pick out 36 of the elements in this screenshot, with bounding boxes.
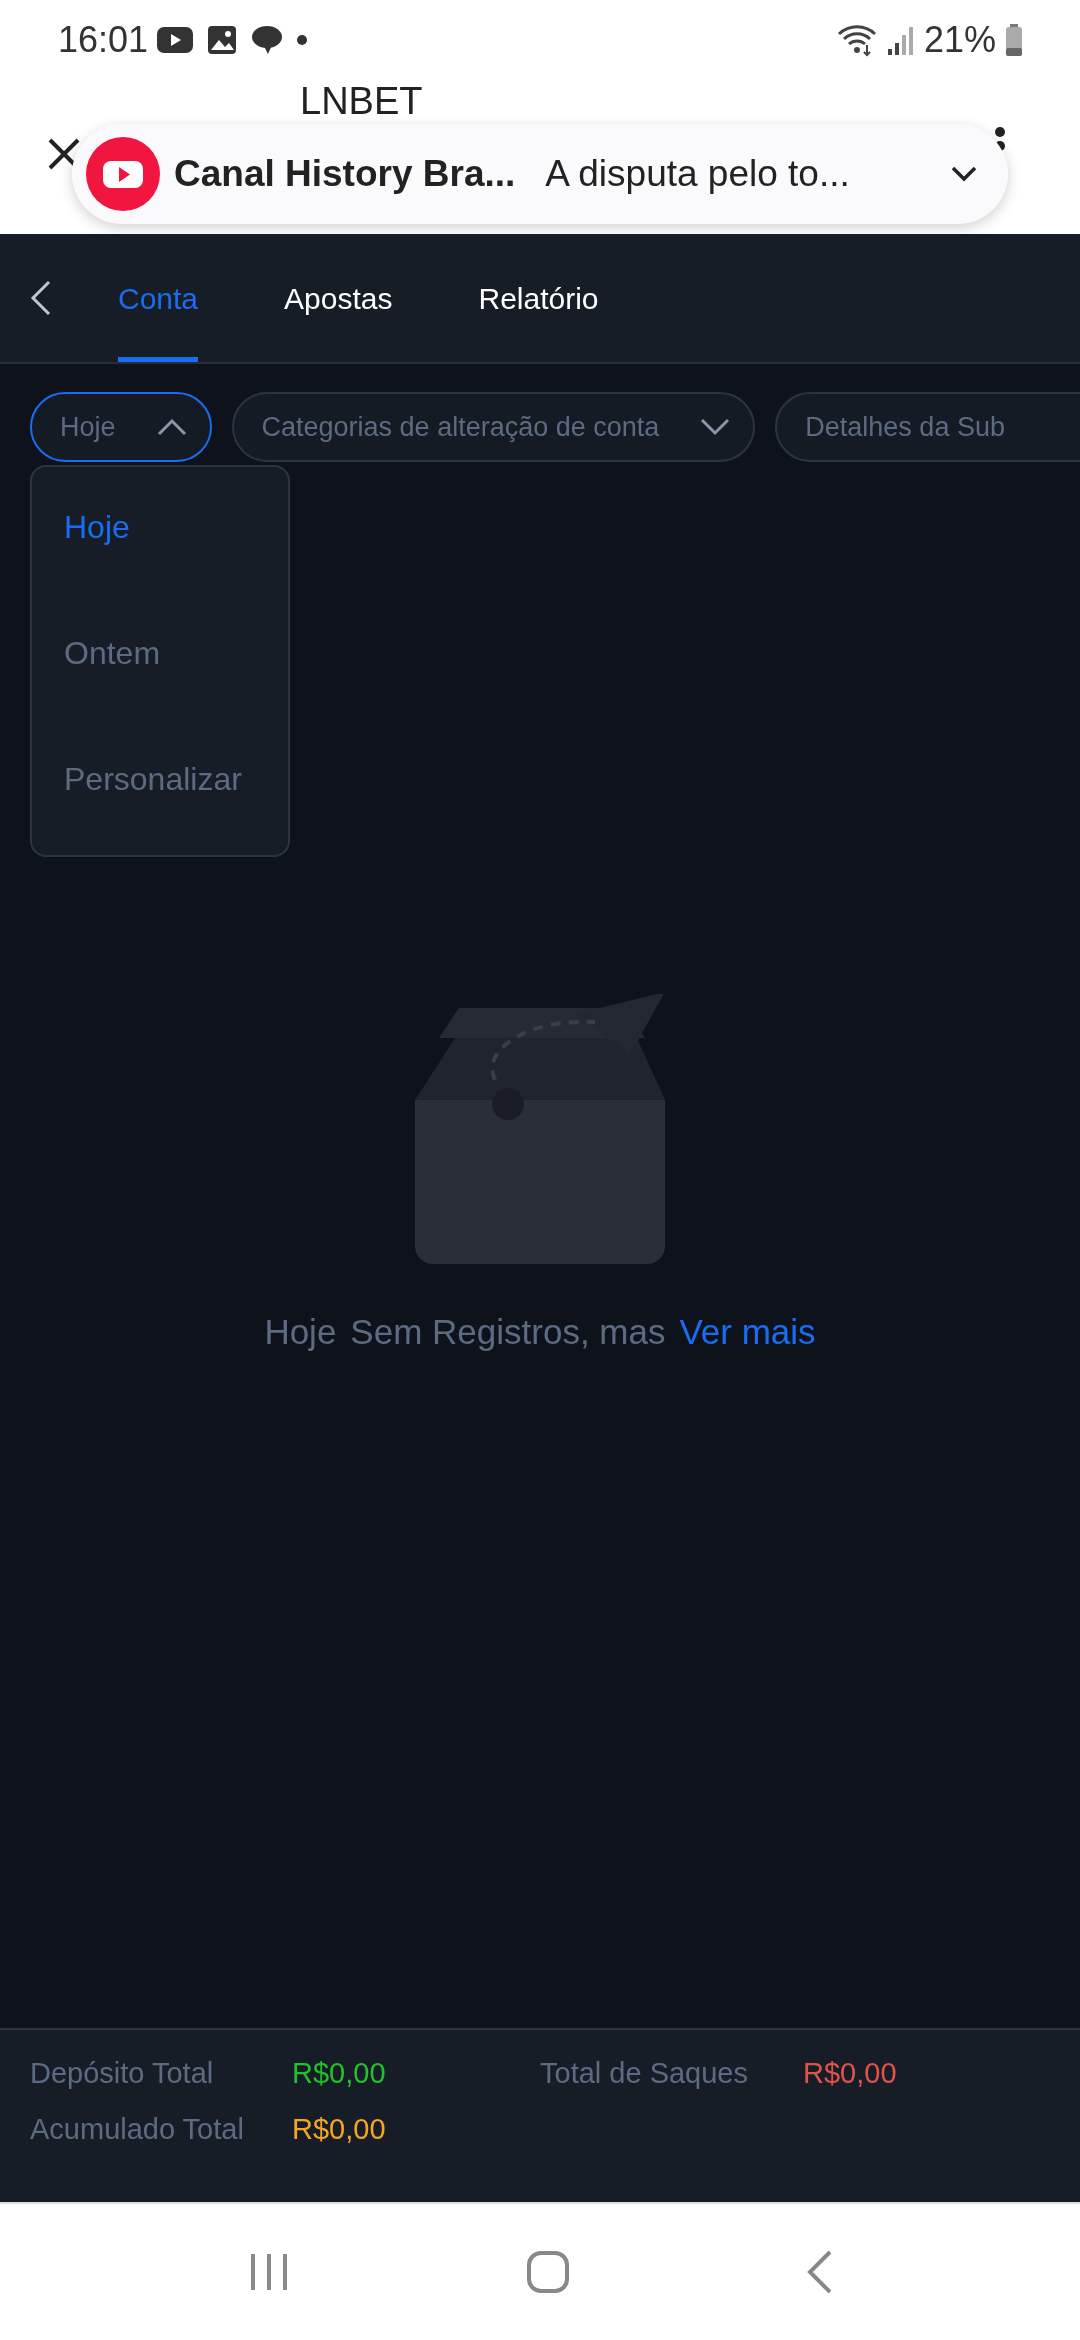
see-more-link[interactable]: Ver mais	[679, 1306, 816, 1359]
total-value: R$0,00	[292, 2111, 387, 2147]
notification-text: A disputa pelo to...	[545, 152, 850, 197]
filter-dropdown[interactable]: Hoje	[30, 392, 212, 462]
notification-sender: Canal History Bra...	[174, 152, 516, 197]
filter-dropdown[interactable]: Detalhes da Sub	[775, 392, 1080, 462]
dot-icon	[296, 34, 309, 46]
wifi-icon	[835, 23, 878, 57]
status-time: 16:01	[58, 18, 149, 62]
home-icon[interactable]	[526, 2250, 570, 2294]
chevron-down-icon[interactable]	[950, 165, 978, 183]
menu-option[interactable]: Personalizar	[64, 755, 242, 803]
page-title: LNBET	[300, 82, 423, 120]
total-value: R$0,00	[803, 2056, 898, 2091]
total-label: Acumulado Total	[30, 2111, 245, 2147]
video-app-icon	[156, 25, 195, 55]
chevron-down-icon	[699, 417, 732, 437]
menu-option[interactable]: Hoje	[64, 503, 130, 551]
image-icon	[206, 24, 239, 56]
total-value: R$0,00	[292, 2056, 387, 2091]
video-app-icon	[86, 137, 160, 211]
tab[interactable]: Apostas	[284, 234, 393, 362]
tab[interactable]: Relatório	[478, 234, 599, 362]
filter-dropdown[interactable]: Categorias de alteração de conta	[231, 392, 756, 462]
battery-percent: 21%	[923, 18, 996, 62]
notification-banner[interactable]: Canal History Bra... A disputa pelo to...	[72, 124, 1008, 224]
battery-icon	[1004, 23, 1024, 57]
empty-state-message: Sem Registros, mas	[350, 1311, 666, 1353]
back-icon[interactable]	[30, 280, 52, 316]
total-label: Depósito Total	[30, 2056, 215, 2091]
empty-state-period: Hoje	[264, 1311, 337, 1353]
chat-icon	[250, 24, 285, 56]
close-icon[interactable]	[46, 136, 82, 172]
menu-option[interactable]: Ontem	[64, 629, 161, 677]
chevron-up-icon	[155, 417, 188, 437]
total-label: Total de Saques	[540, 2056, 749, 2091]
